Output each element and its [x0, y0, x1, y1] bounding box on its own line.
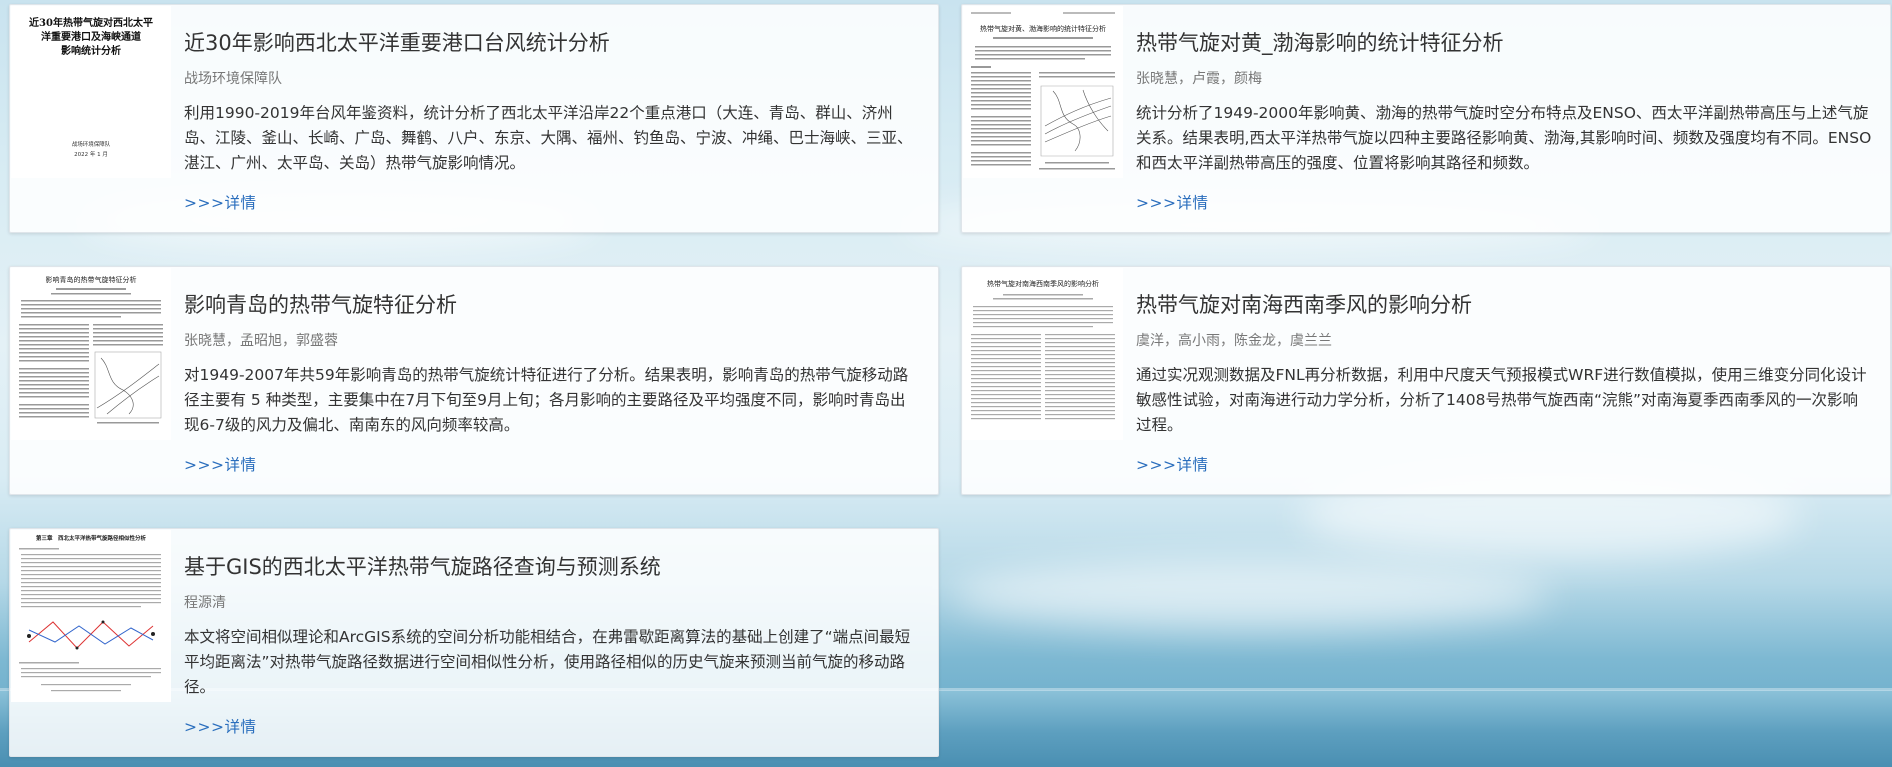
thumb-header: 热带气旋对黄、渤海影响的统计特征分析 — [980, 24, 1106, 33]
article-abstract: 利用1990-2019年台风年鉴资料，统计分析了西北太平洋沿岸22个重点港口（大… — [184, 104, 913, 172]
article-abstract: 统计分析了1949-2000年影响黄、渤海的热带气旋时空分布特点及ENSO、西太… — [1136, 104, 1872, 172]
detail-link[interactable]: >>>详情 — [1136, 191, 1208, 213]
article-abstract: 对1949-2007年共59年影响青岛的热带气旋统计特征进行了分析。结果表明，影… — [184, 366, 909, 434]
detail-link[interactable]: >>>详情 — [184, 453, 256, 475]
article-title[interactable]: 热带气旋对黄_渤海影响的统计特征分析 — [1136, 27, 1872, 57]
article-authors: 虞洋，高小雨，陈金龙，虞兰兰 — [1136, 333, 1332, 349]
article-card-5: 第三章 西北太平洋热带气旋路径相似性分析 基于GIS的西北太平洋热带气旋路径查询… — [9, 528, 939, 757]
article-abstract: 通过实况观测数据及FNL再分析数据，利用中尺度天气预报模式WRF进行数值模拟，使… — [1136, 366, 1867, 434]
article-thumbnail[interactable]: 热带气旋对黄、渤海影响的统计特征分析 — [963, 6, 1123, 178]
thumb-header: 第三章 西北太平洋热带气旋路径相似性分析 — [36, 534, 147, 542]
article-authors: 张晓慧，卢霞，颜梅 — [1136, 71, 1262, 87]
thumb-title-line2: 洋重要港口及海峡通道 — [41, 30, 141, 43]
article-title[interactable]: 基于GIS的西北太平洋热带气旋路径查询与预测系统 — [184, 551, 920, 581]
article-authors: 战场环境保障队 — [184, 71, 282, 87]
article-card-4: 热带气旋对南海西南季风的影响分析 热带气旋对南海西南季风的影响分析 虞洋，高小雨… — [961, 266, 1891, 495]
detail-link[interactable]: >>>详情 — [1136, 453, 1208, 475]
thumb-header: 热带气旋对南海西南季风的影响分析 — [987, 279, 1099, 288]
article-thumbnail[interactable]: 热带气旋对南海西南季风的影响分析 — [963, 268, 1123, 440]
article-title[interactable]: 影响青岛的热带气旋特征分析 — [184, 289, 920, 319]
detail-link[interactable]: >>>详情 — [184, 191, 256, 213]
article-thumbnail[interactable]: 第三章 西北太平洋热带气旋路径相似性分析 — [11, 530, 171, 702]
article-title[interactable]: 热带气旋对南海西南季风的影响分析 — [1136, 289, 1872, 319]
article-card-3: 影响青岛的热带气旋特征分析 影响青岛的热带气旋特征分析 张晓慧，孟昭旭，郭盛蓉 … — [9, 266, 939, 495]
thumb-title-line1: 近30年热带气旋对西北太平 — [29, 16, 153, 29]
article-thumbnail[interactable]: 影响青岛的热带气旋特征分析 — [11, 268, 171, 440]
thumb-header: 影响青岛的热带气旋特征分析 — [46, 275, 137, 284]
thumb-title-line3: 影响统计分析 — [61, 44, 121, 57]
detail-link[interactable]: >>>详情 — [184, 715, 256, 737]
article-title[interactable]: 近30年影响西北太平洋重要港口台风统计分析 — [184, 27, 920, 57]
article-authors: 程源清 — [184, 595, 226, 611]
article-authors: 张晓慧，孟昭旭，郭盛蓉 — [184, 333, 338, 349]
thumb-org: 战场环境保障队 — [72, 140, 111, 148]
article-abstract: 本文将空间相似理论和ArcGIS系统的空间分析功能相结合，在弗雷歇距离算法的基础… — [184, 628, 911, 696]
article-card-1: 近30年热带气旋对西北太平 洋重要港口及海峡通道 影响统计分析 战场环境保障队 … — [9, 4, 939, 233]
article-card-2: 热带气旋对黄、渤海影响的统计特征分析 热带气旋对黄_渤海影响的统计特征分析 张晓… — [961, 4, 1891, 233]
article-thumbnail[interactable]: 近30年热带气旋对西北太平 洋重要港口及海峡通道 影响统计分析 战场环境保障队 … — [11, 6, 171, 178]
thumb-date: 2022 年 1 月 — [74, 150, 108, 158]
